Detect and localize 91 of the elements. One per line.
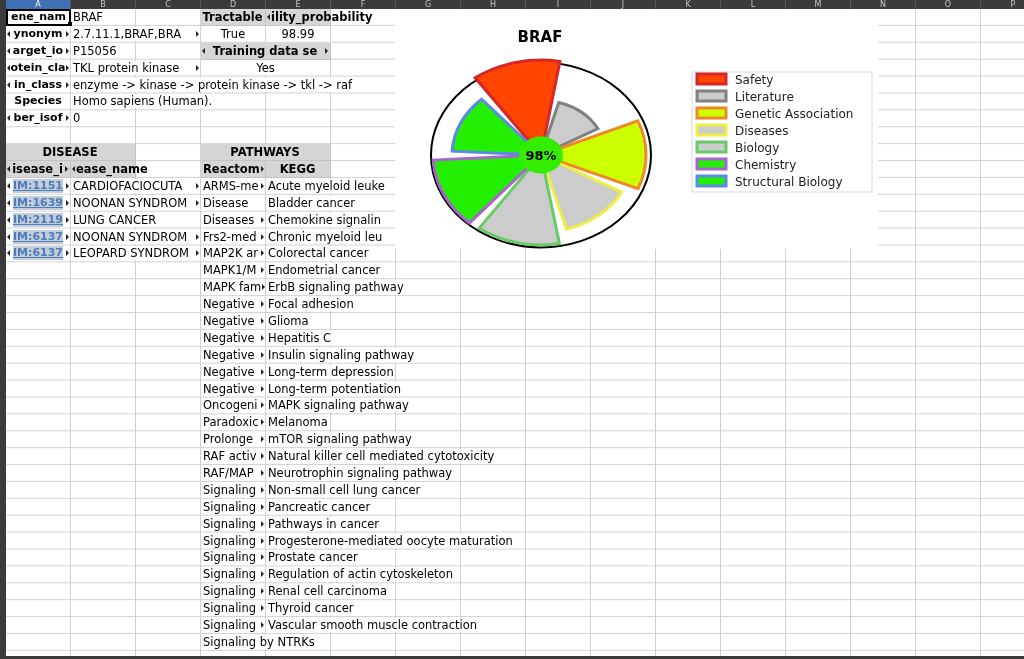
cell-text: LUNG CANCER	[72, 212, 158, 227]
cell-text: Disease	[202, 195, 250, 210]
cell-text: Frs2-med	[202, 229, 258, 244]
cell-text: Chemokine signalin	[267, 212, 382, 227]
cell-text: Neurotrophin signaling pathway	[267, 466, 454, 480]
legend-label: Chemistry	[735, 157, 797, 172]
cell-text: Acute myeloid leuke	[267, 178, 386, 193]
cell-text: MAPK1/M	[202, 263, 258, 278]
cell-text: CARDIOFACIOCUTA	[72, 178, 184, 193]
cell-text: Thyroid cancer	[267, 601, 355, 616]
heading-text: Reactom	[202, 161, 261, 176]
legend-label: Biology	[735, 140, 780, 155]
field-label: ber_isof	[13, 111, 63, 126]
cell-text: TKL protein kinase	[72, 60, 181, 75]
cell-text: LEOPARD SYNDROM	[72, 246, 191, 261]
heading-text: isease_i	[11, 161, 64, 176]
cell-text: Bladder cancer	[267, 195, 356, 210]
cell-text: Chronic myeloid leu	[267, 229, 384, 244]
field-label: arget_io	[12, 43, 64, 58]
cell-text: Glioma	[267, 313, 310, 328]
center-label: 98%	[525, 148, 557, 163]
heading-text: Tractable	[201, 9, 264, 24]
chart-title: BRAF	[517, 28, 563, 46]
cell-text: Vascular smooth muscle contraction	[267, 618, 478, 632]
legend-label: Literature	[735, 89, 794, 104]
cell-text: Colorectal cancer	[267, 246, 370, 261]
cell-text: Negative	[202, 347, 256, 362]
cell-text: 98.99	[280, 26, 316, 41]
cell-text: Signaling	[202, 567, 258, 582]
cell-text: Pathways in cancer	[267, 516, 381, 531]
cell-text: Signaling	[202, 533, 258, 548]
heading-text: Training data se	[211, 43, 319, 58]
cell-text: Long-term potentiation	[267, 381, 402, 396]
cell-text: Signaling	[202, 516, 258, 531]
cell-text: P15056	[72, 43, 118, 58]
heading-text: DISEASE	[41, 145, 99, 160]
field-label: otein_cla	[10, 60, 66, 75]
center-disc	[519, 136, 563, 174]
heading-text: PATHWAYS	[229, 145, 301, 160]
cell-text: Endometrial cancer	[267, 263, 382, 278]
column-header[interactable]: A	[6, 0, 71, 9]
cell-text: Signaling	[202, 482, 258, 497]
cell-text: Signaling	[202, 601, 258, 616]
cell-text: Hepatitis C	[267, 330, 333, 345]
cell-text: Signaling	[202, 584, 258, 599]
cell-text: Prostate cancer	[267, 550, 359, 565]
cell-text: 2.7.11.1,BRAF,BRA	[72, 26, 183, 41]
cell-text: Long-term depression	[267, 364, 395, 379]
field-label: ene_nam	[11, 11, 66, 24]
cell-text: ErbB signaling pathway	[267, 280, 405, 295]
cell-text: NOONAN SYNDROM	[72, 195, 189, 210]
fill-handle-icon[interactable]	[68, 21, 72, 26]
cell-text: Negative	[202, 313, 256, 328]
cell-text: Natural killer cell mediated cytotoxicity	[267, 449, 496, 464]
cell-text: Negative	[202, 381, 256, 396]
cell-text: Negative	[202, 364, 256, 379]
cell-text: enzyme -> kinase -> protein kinase -> tkl -> raf	[72, 77, 354, 92]
heading-text: ease_name	[75, 161, 149, 176]
legend-label: Genetic Association	[735, 106, 854, 121]
cell-text: True	[219, 26, 247, 41]
cell-text: Prolonge	[202, 432, 255, 447]
cell-text: BRAF	[72, 9, 104, 24]
cell-text: Progesterone-mediated oocyte maturation	[267, 533, 514, 548]
cell-text: Yes	[255, 60, 276, 75]
legend-label: Structural Biology	[735, 174, 843, 189]
cell-text: Signaling by NTRKs	[202, 634, 316, 649]
cell-text: Diseases	[202, 212, 256, 227]
legend-label: Diseases	[735, 123, 789, 138]
heading-text: ility_probability	[270, 9, 374, 24]
cell-text: Pancreatic cancer	[267, 499, 372, 514]
cell-text: Signaling	[202, 550, 258, 565]
cell-text: Signaling	[202, 499, 258, 514]
cell-text: NOONAN SYNDROM	[72, 229, 189, 244]
cell-text: Oncogeni	[202, 398, 259, 413]
field-label: in_class	[14, 77, 62, 92]
cell-text: mTOR signaling pathway	[267, 432, 413, 447]
cell-text: Signaling	[202, 618, 258, 632]
cell-text: Focal adhesion	[267, 297, 355, 312]
cell-text: Renal cell carcinoma	[267, 584, 389, 599]
cell-text: RAF/MAP	[202, 466, 255, 480]
cell-text: Negative	[202, 330, 256, 345]
cell-text: Non-small cell lung cancer	[267, 482, 422, 497]
cell-text: ARMS-me	[202, 178, 260, 193]
cell-text: Regulation of actin cytoskeleton	[267, 567, 454, 582]
heading-text: KEGG	[278, 161, 317, 176]
cell-text: Negative	[202, 297, 256, 312]
cell-text: MAPK signaling pathway	[267, 398, 410, 413]
legend-label: Safety	[735, 72, 774, 87]
field-label: Species	[14, 94, 62, 109]
cell-text: Homo sapiens (Human).	[72, 94, 214, 109]
cell-text: Insulin signaling pathway	[267, 347, 416, 362]
